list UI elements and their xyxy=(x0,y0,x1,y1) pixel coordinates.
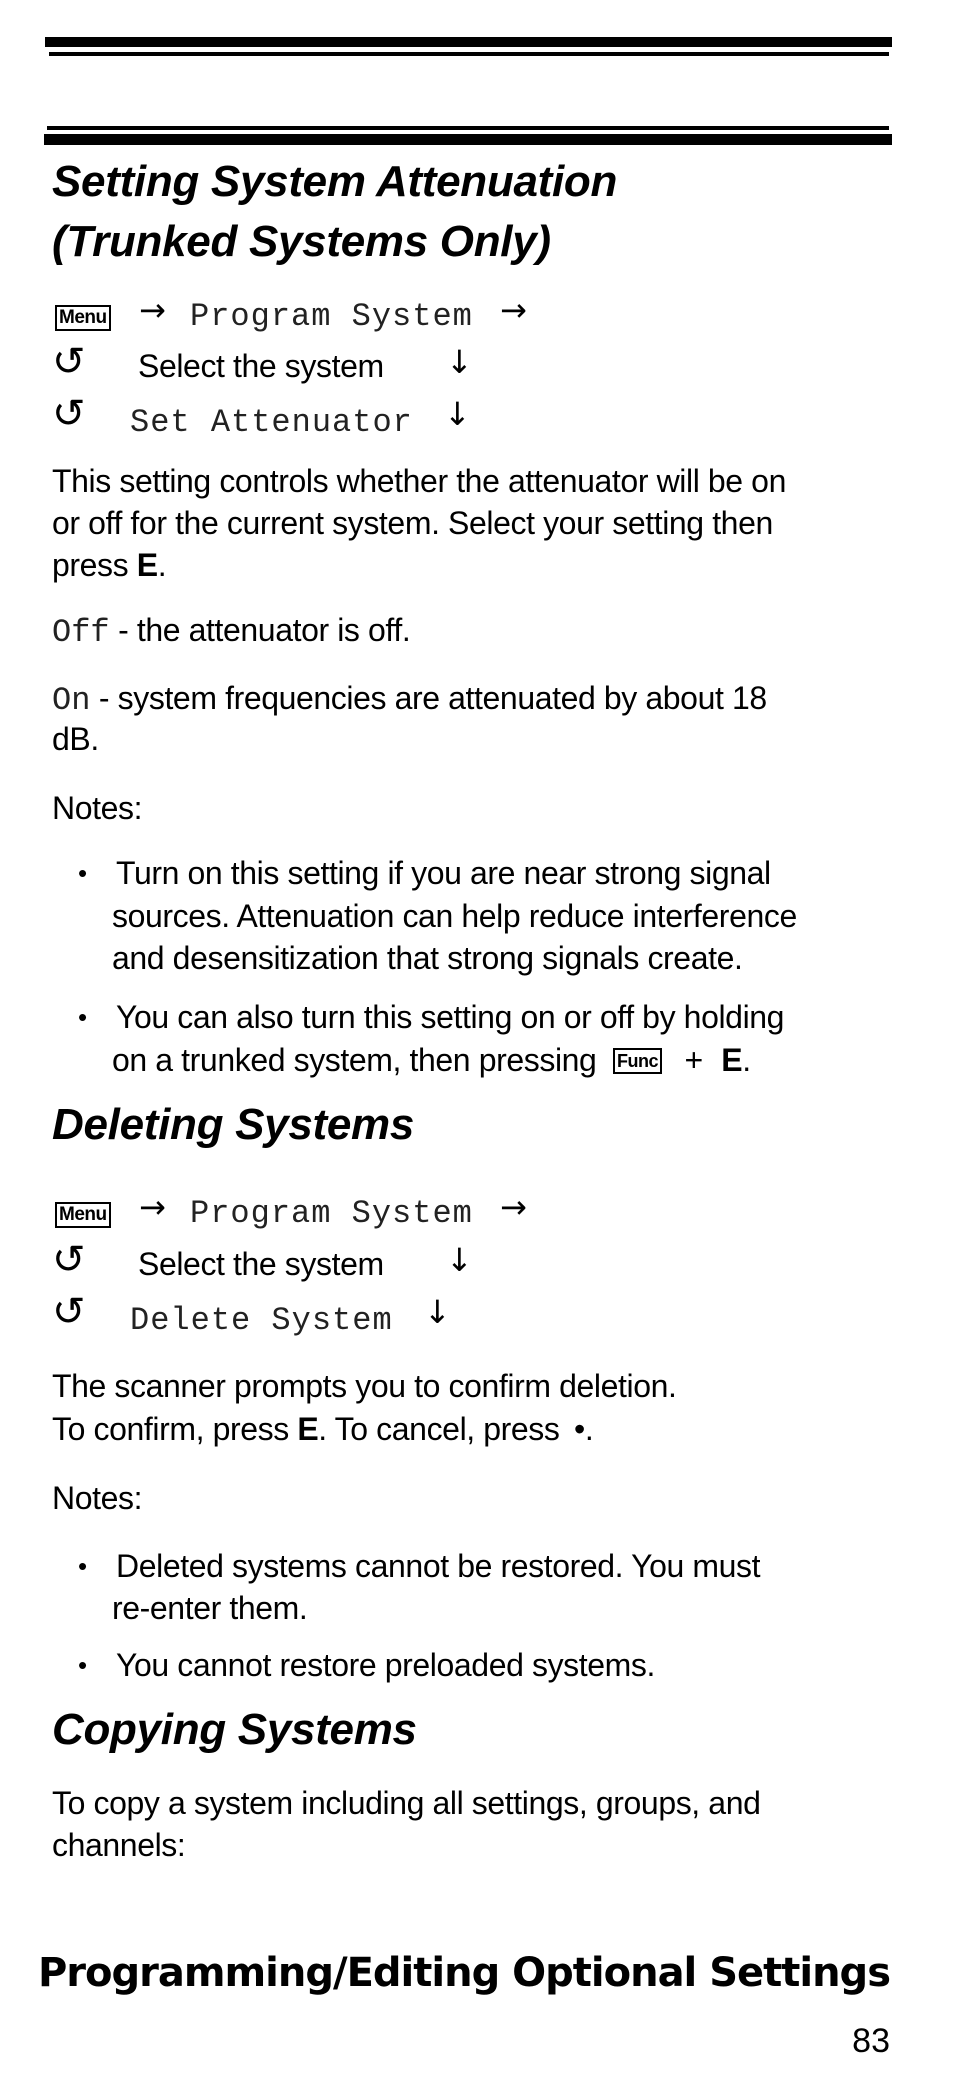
option-value-on: On xyxy=(52,682,91,719)
section-title-deleting: Deleting Systems xyxy=(52,1100,415,1149)
dot-key-icon: • xyxy=(574,1411,585,1447)
arrow-down-icon: ↓ xyxy=(424,1293,451,1331)
menu-step-select-system: Select the system xyxy=(138,348,384,384)
plus-sign: + xyxy=(684,1042,703,1078)
section-title-attenuation-line1: Setting System Attenuation xyxy=(52,157,618,206)
arrow-down-icon: ↓ xyxy=(446,343,473,381)
deletion-description-line2: To confirm, press E. To cancel, press •. xyxy=(52,1411,594,1447)
text: . xyxy=(157,547,167,583)
bullet-icon: • xyxy=(78,858,88,888)
menu-step-program-system: Program System xyxy=(190,298,473,335)
text: . xyxy=(584,1411,594,1447)
text: . xyxy=(742,1042,751,1078)
option-desc-off: - the attenuator is off. xyxy=(109,612,411,648)
option-on: On - system frequencies are attenuated b… xyxy=(52,682,767,717)
arrow-right-icon: → xyxy=(500,291,527,329)
option-on-line2: dB. xyxy=(52,721,99,757)
menu-step-delete-system: Delete System xyxy=(130,1302,393,1339)
option-value-off: Off xyxy=(52,614,110,651)
bullet-icon: • xyxy=(78,1551,88,1581)
delete-note-1-line1: Deleted systems cannot be restored. You … xyxy=(116,1548,761,1584)
key-e: E xyxy=(136,547,158,583)
header-rule-thin xyxy=(47,126,889,130)
notes-label: Notes: xyxy=(52,790,143,826)
arrow-right-icon: → xyxy=(500,1188,527,1226)
rotate-knob-icon: ↺ xyxy=(52,391,86,437)
rotate-knob-icon: ↺ xyxy=(52,1289,86,1335)
arrow-right-icon: → xyxy=(139,1188,166,1226)
arrow-down-icon: ↓ xyxy=(444,395,471,433)
option-off: Off - the attenuator is off. xyxy=(52,612,411,651)
arrow-down-icon: ↓ xyxy=(446,1241,473,1279)
chapter-footer-title: Programming/Editing Optional Settings xyxy=(37,1950,891,1996)
bullet-icon: • xyxy=(78,1650,88,1680)
option-desc-on: - system frequencies are attenuated by a… xyxy=(90,680,767,716)
copying-description-line1: To copy a system including all settings,… xyxy=(52,1785,761,1821)
note-1-line2: sources. Attenuation can help reduce int… xyxy=(112,898,797,934)
top-rule-thin xyxy=(49,52,889,56)
rotate-knob-icon: ↺ xyxy=(52,1237,86,1283)
attenuation-description-line3: press E. xyxy=(52,547,167,583)
arrow-right-icon: → xyxy=(139,291,166,329)
section-title-attenuation-line2: (Trunked Systems Only) xyxy=(52,217,551,266)
attenuation-description-line1: This setting controls whether the attenu… xyxy=(52,463,786,499)
menu-key[interactable]: Menu xyxy=(55,305,111,331)
copying-description-line2: channels: xyxy=(52,1827,186,1863)
text: on a trunked system, then pressing xyxy=(112,1042,597,1078)
attenuation-description-line2: or off for the current system. Select yo… xyxy=(52,505,773,541)
section-title-copying: Copying Systems xyxy=(52,1705,417,1754)
menu-key[interactable]: Menu xyxy=(55,1202,111,1228)
note-1-line3: and desensitization that strong signals … xyxy=(112,940,743,976)
note-2-line1: You can also turn this setting on or off… xyxy=(116,999,785,1035)
menu-step-program-system: Program System xyxy=(190,1195,473,1232)
menu-step-select-system: Select the system xyxy=(138,1246,384,1282)
notes-label: Notes: xyxy=(52,1480,143,1516)
note-1-line1: Turn on this setting if you are near str… xyxy=(116,855,771,891)
func-key[interactable]: Func xyxy=(612,1048,662,1074)
page-number: 83 xyxy=(852,2022,890,2060)
note-2-line2: on a trunked system, then pressing Func … xyxy=(112,1044,751,1076)
deletion-description-line1: The scanner prompts you to confirm delet… xyxy=(52,1368,677,1404)
text: press xyxy=(52,547,137,583)
top-rule-thick xyxy=(45,37,892,47)
key-e: E xyxy=(721,1042,743,1078)
text: To confirm, press xyxy=(52,1411,298,1447)
text: . To cancel, press xyxy=(318,1411,568,1447)
menu-step-set-attenuator: Set Attenuator xyxy=(130,404,413,441)
delete-note-1-line2: re-enter them. xyxy=(112,1590,308,1626)
bullet-icon: • xyxy=(78,1002,88,1032)
key-e: E xyxy=(297,1411,319,1447)
rotate-knob-icon: ↺ xyxy=(52,339,86,385)
delete-note-2-line1: You cannot restore preloaded systems. xyxy=(116,1647,656,1683)
header-rule-thick xyxy=(44,134,892,145)
